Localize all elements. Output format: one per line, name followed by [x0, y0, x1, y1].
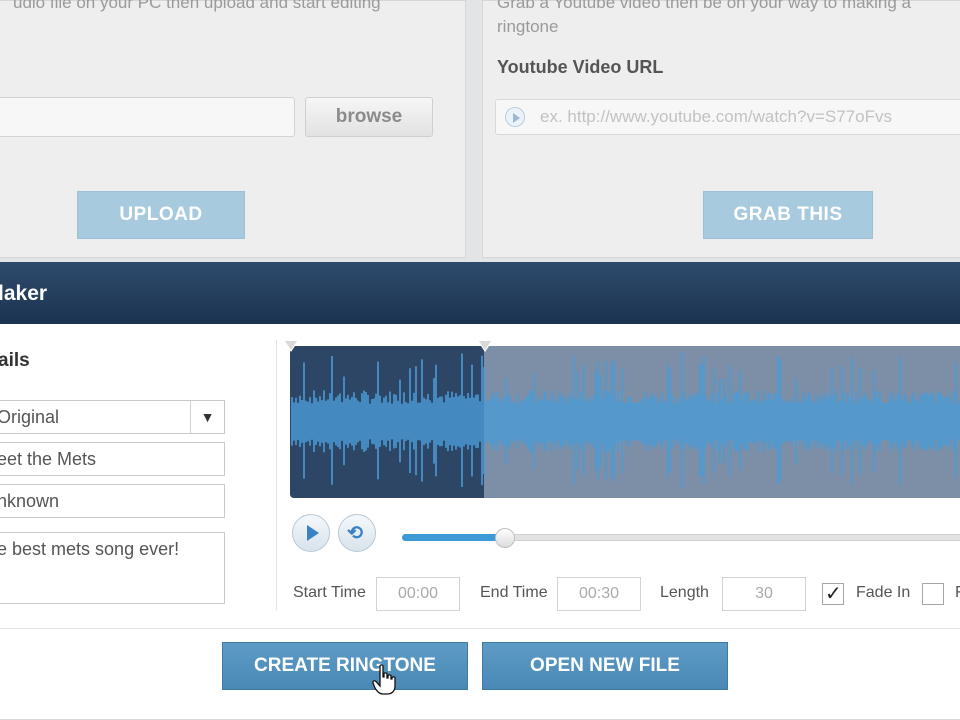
song-title-field[interactable]: eet the Mets — [0, 442, 225, 476]
file-path-input[interactable] — [0, 97, 295, 137]
play-button[interactable] — [292, 514, 330, 552]
end-marker-handle[interactable] — [477, 340, 493, 352]
end-time-label: End Time — [480, 584, 548, 601]
upload-button[interactable]: UPLOAD — [77, 191, 245, 239]
panel-divider — [276, 340, 277, 610]
fade-in-checkbox[interactable] — [822, 581, 844, 605]
upload-description: udio file on your PC then upload and sta… — [13, 0, 381, 12]
playback-progress-fill — [402, 534, 505, 541]
waveform[interactable] — [290, 346, 960, 498]
details-title: ails — [0, 350, 30, 371]
format-select[interactable]: Original ▼ — [0, 400, 225, 434]
start-time-input[interactable]: 00:00 — [376, 577, 460, 611]
description-field[interactable]: e best mets song ever! — [0, 532, 225, 604]
youtube-url-input[interactable] — [495, 99, 960, 135]
upload-panel: udio file on your PC then upload and sta… — [0, 0, 466, 258]
maker-header: laker — [0, 262, 960, 324]
length-label: Length — [660, 584, 709, 601]
browse-button[interactable]: browse — [305, 97, 433, 137]
fade-in-label: Fade In — [856, 584, 911, 601]
hand-cursor-icon — [372, 664, 396, 695]
start-marker-handle[interactable] — [283, 340, 299, 352]
dropdown-arrow-icon[interactable]: ▼ — [190, 401, 224, 433]
buttons-divider — [0, 628, 960, 629]
format-select-value: Original — [0, 406, 60, 427]
waveform-graph — [291, 352, 960, 489]
artist-value: nknown — [0, 490, 60, 511]
fade-out-label: F — [955, 584, 960, 601]
grab-this-button[interactable]: GRAB THIS — [703, 191, 873, 239]
artist-field[interactable]: nknown — [0, 484, 225, 518]
start-time-label: Start Time — [293, 584, 366, 601]
youtube-description: Grab a Youtube video then be on your way… — [497, 0, 911, 36]
youtube-panel: Grab a Youtube video then be on your way… — [482, 0, 960, 258]
fade-out-checkbox[interactable] — [922, 583, 944, 605]
youtube-url-label: Youtube Video URL — [497, 57, 664, 77]
loop-button[interactable]: ⟲ — [338, 514, 376, 552]
loop-icon: ⟲ — [347, 523, 363, 544]
play-icon — [307, 525, 319, 541]
description-value: e best mets song ever! — [0, 539, 180, 559]
play-circle-icon — [505, 107, 525, 127]
song-title-value: eet the Mets — [0, 448, 97, 469]
end-time-input[interactable]: 00:30 — [557, 577, 641, 611]
length-input[interactable]: 30 — [722, 577, 806, 611]
waveform-path — [291, 352, 960, 489]
create-ringtone-button[interactable]: CREATE RINGTONE — [222, 642, 468, 690]
open-new-file-button[interactable]: OPEN NEW FILE — [482, 642, 728, 690]
maker-title: laker — [0, 282, 48, 305]
playback-progress-knob[interactable] — [494, 528, 515, 548]
